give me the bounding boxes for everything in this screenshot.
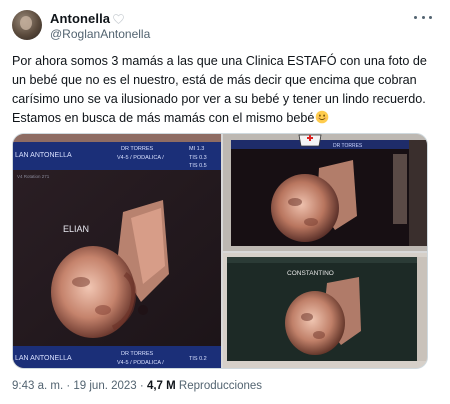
ultrasound-photo-constantino-image: CONSTANTINO <box>223 253 427 368</box>
header-probe: V4-5 / PODALICA / <box>117 155 164 161</box>
footer-doctor: DR TORRES <box>121 351 154 357</box>
rotation-readout: V4 Rotation 271 <box>17 174 50 179</box>
avatar[interactable] <box>12 10 42 40</box>
tweet: Antonella @RoglanAntonella Por ahora som… <box>0 0 450 404</box>
views-count: 4,7 M <box>146 380 176 392</box>
more-options-icon[interactable] <box>414 12 432 22</box>
baby-name-label: CONSTANTINO <box>287 270 334 277</box>
footer-tis: TIS 0.2 <box>189 356 207 362</box>
author-name-row[interactable]: Antonella <box>50 11 124 26</box>
footer-probe: V4-5 / PODALICA / <box>117 360 164 366</box>
media-grid: LAN ANTONELLA DR TORRES V4-5 / PODALICA … <box>12 133 428 369</box>
white-heart-icon <box>113 13 124 24</box>
header-patient-name: LAN ANTONELLA <box>15 152 72 159</box>
header-tis-2: TIS 0.5 <box>189 163 207 169</box>
tweet-date[interactable]: 19 jun. 2023 <box>73 380 136 392</box>
meta-separator: · <box>66 380 71 392</box>
meta-separator-2: · <box>139 380 144 392</box>
header-doctor: DR TORRES <box>121 146 154 152</box>
baby-name-label: ELIAN <box>63 224 89 234</box>
footer-patient-name: LAN ANTONELLA <box>15 355 72 362</box>
header-tis: TIS 0.3 <box>189 155 207 161</box>
ultrasound-photo-2[interactable]: DR TORRES <box>223 134 427 251</box>
header-mi: MI 1.3 <box>189 146 204 152</box>
smiling-face-emoji-icon <box>316 110 329 124</box>
author-handle[interactable]: @RoglanAntonella <box>50 27 150 41</box>
tweet-text-content: Por ahora somos 3 mamás a las que una Cl… <box>12 54 427 125</box>
tweet-text: Por ahora somos 3 mamás a las que una Cl… <box>12 52 440 128</box>
ultrasound-photo-2-image: DR TORRES <box>223 134 427 251</box>
ultrasound-photo-constantino[interactable]: CONSTANTINO <box>223 253 427 368</box>
ultrasound-photo-elian[interactable]: LAN ANTONELLA DR TORRES V4-5 / PODALICA … <box>13 134 221 368</box>
tweet-meta: 9:43 a. m. · 19 jun. 2023 · 4,7 M Reprod… <box>12 380 262 392</box>
display-name[interactable]: Antonella <box>50 11 110 26</box>
ultrasound-photo-elian-image: LAN ANTONELLA DR TORRES V4-5 / PODALICA … <box>13 134 221 368</box>
tweet-time[interactable]: 9:43 a. m. <box>12 380 63 392</box>
views-label: Reproducciones <box>178 380 263 392</box>
header-doctor: DR TORRES <box>333 143 363 149</box>
